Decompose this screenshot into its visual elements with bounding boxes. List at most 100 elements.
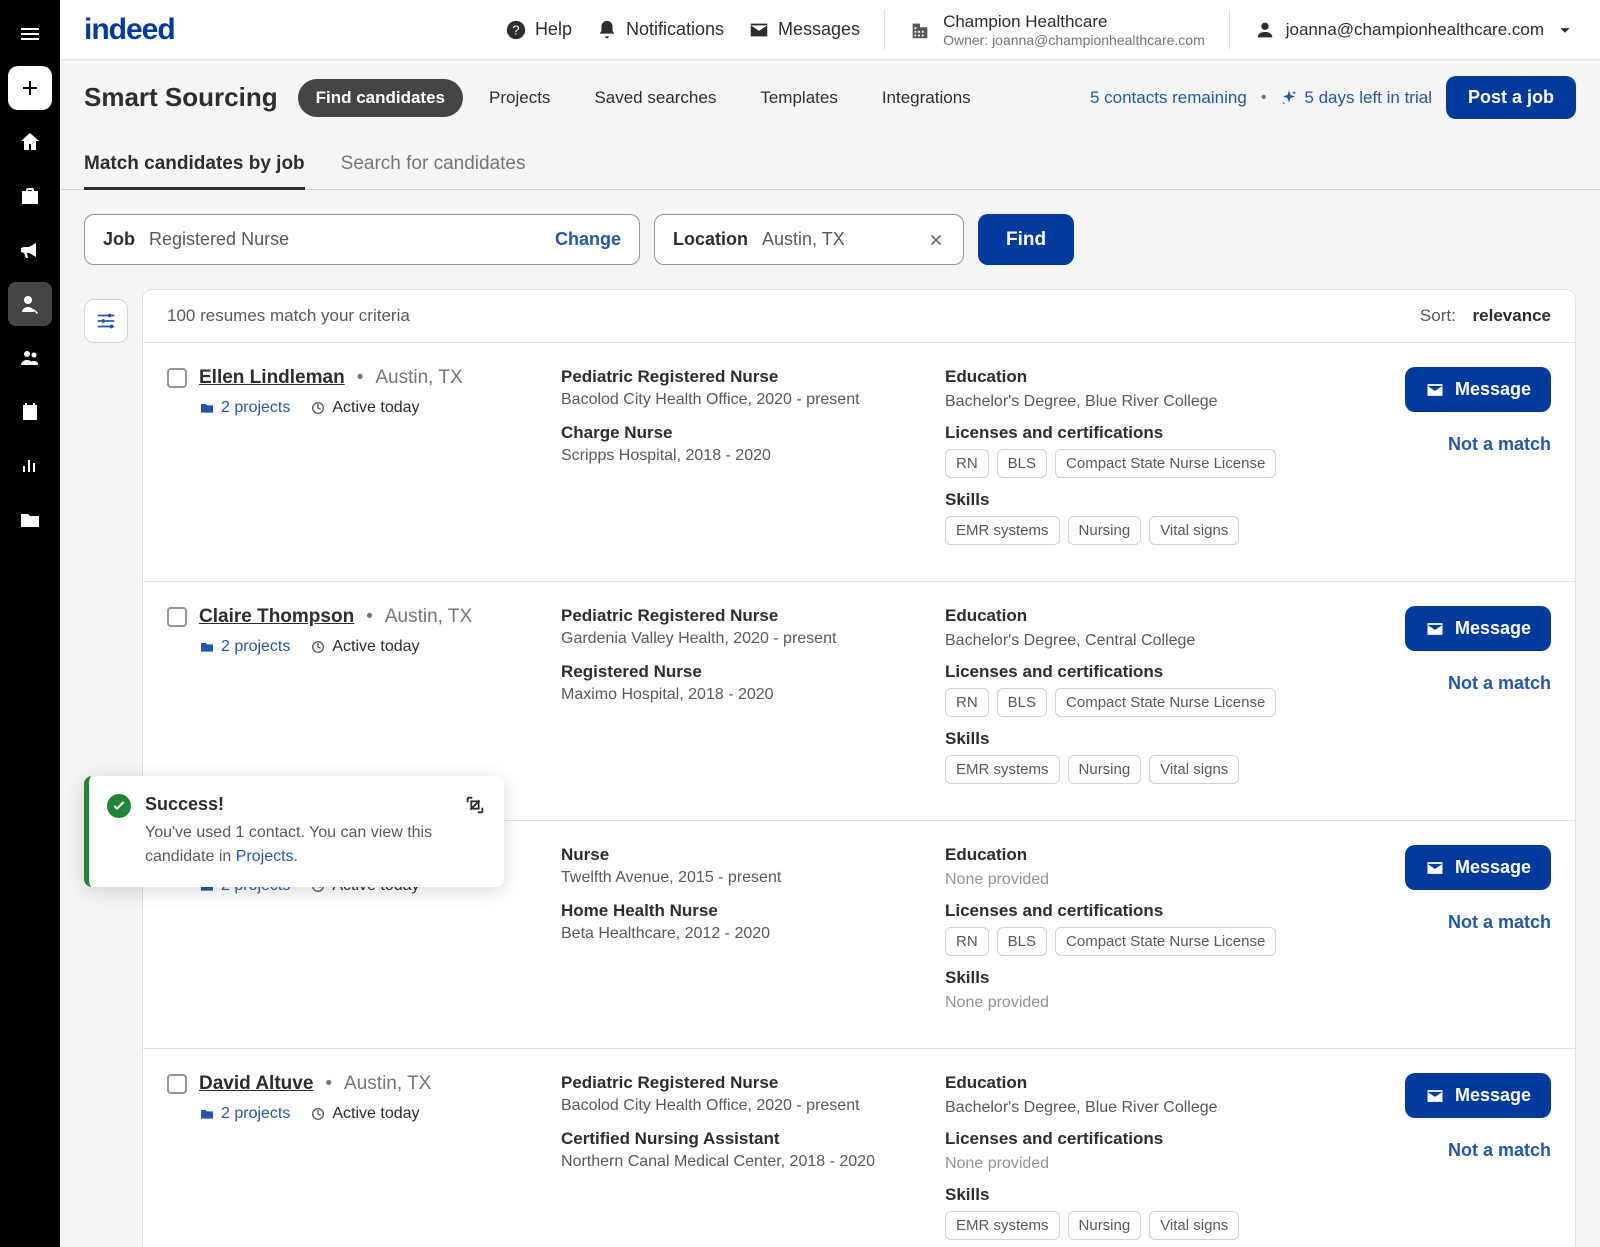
candidate-name[interactable]: Claire Thompson [199,606,354,628]
search-row: Job Registered Nurse Change Location Aus… [60,190,1600,289]
add-icon[interactable] [8,66,52,110]
mail-icon [1425,1086,1445,1106]
building-icon [909,19,931,41]
not-a-match-button[interactable]: Not a match [1448,673,1551,694]
license-tag: Compact State Nurse License [1055,927,1276,956]
skill-tag: Nursing [1068,516,1142,545]
mail-icon [1425,619,1445,639]
bell-icon [596,19,618,41]
find-button[interactable]: Find [978,214,1074,265]
projects-link[interactable]: Projects [236,848,294,865]
candidate-name[interactable]: David Altuve [199,1073,313,1095]
experience-item: Home Health NurseBeta Healthcare, 2012 -… [561,901,921,943]
sort-button[interactable]: Sort: relevance [1398,306,1551,326]
briefcase-icon[interactable] [8,174,52,218]
projects-link[interactable]: 2 projects [199,1105,290,1123]
experience-item: Pediatric Registered NurseBacolod City H… [561,367,921,409]
sort-icon [1398,308,1414,324]
job-value: Registered Nurse [149,229,541,250]
user-icon [1254,19,1276,41]
nav-tab-templates[interactable]: Templates [742,79,855,117]
megaphone-icon[interactable] [8,228,52,272]
chevron-down-icon [1554,19,1576,41]
skill-tag: Vital signs [1149,755,1239,784]
skill-tag: Nursing [1068,1211,1142,1240]
candidate-card: Ellen Lindleman • Austin, TX2 projectsAc… [143,342,1575,581]
candidate-name[interactable]: Ellen Lindleman [199,367,345,389]
svg-text:?: ? [512,22,519,37]
skill-tag: Vital signs [1149,516,1239,545]
select-candidate-checkbox[interactable] [167,607,187,627]
menu-icon[interactable] [8,12,52,56]
mail-icon [1425,858,1445,878]
company-selector[interactable]: Champion Healthcare Owner: joanna@champi… [909,12,1205,48]
message-button[interactable]: Message [1405,606,1551,651]
skill-tag: EMR systems [945,516,1060,545]
sparkle-icon [1280,89,1298,107]
company-owner: Owner: joanna@championhealthcare.com [943,32,1205,48]
messages-button[interactable]: Messages [748,19,860,41]
results-count: 100 resumes match your criteria [167,306,410,326]
post-job-button[interactable]: Post a job [1446,76,1576,119]
message-button[interactable]: Message [1405,845,1551,890]
help-icon: ? [505,19,527,41]
analytics-icon[interactable] [8,444,52,488]
license-tag: BLS [997,449,1047,478]
candidate-search-icon[interactable] [8,282,52,326]
experience-item: Pediatric Registered NurseBacolod City H… [561,1073,921,1115]
license-tag: RN [945,927,989,956]
license-tag: BLS [997,927,1047,956]
sub-header: Smart Sourcing Find candidatesProjectsSa… [60,60,1600,135]
sub-tab-0[interactable]: Match candidates by job [84,135,305,189]
select-candidate-checkbox[interactable] [167,1074,187,1094]
divider [884,10,885,50]
results-panel: 100 resumes match your criteria Sort: re… [142,289,1576,1247]
nav-tab-saved-searches[interactable]: Saved searches [576,79,734,117]
home-icon[interactable] [8,120,52,164]
help-button[interactable]: ? Help [505,19,572,41]
nav-tab-find-candidates[interactable]: Find candidates [298,79,463,117]
nav-tab-integrations[interactable]: Integrations [864,79,989,117]
logo[interactable]: indeed [84,13,175,47]
projects-link[interactable]: 2 projects [199,399,290,417]
calendar-icon[interactable] [8,390,52,434]
message-button[interactable]: Message [1405,367,1551,412]
location-search-box[interactable]: Location Austin, TX [654,214,964,265]
location-label: Location [673,229,748,250]
projects-link[interactable]: 2 projects [199,638,290,656]
select-candidate-checkbox[interactable] [167,368,187,388]
nav-tab-projects[interactable]: Projects [471,79,568,117]
toast-body: You've used 1 contact. You can view this… [145,821,450,869]
toast-title: Success! [145,794,450,815]
clear-location-button[interactable] [927,231,945,249]
license-tag: BLS [997,688,1047,717]
main: Smart Sourcing Find candidatesProjectsSa… [60,60,1600,1247]
not-a-match-button[interactable]: Not a match [1448,434,1551,455]
results-area: 100 resumes match your criteria Sort: re… [60,289,1600,1247]
user-menu[interactable]: joanna@championhealthcare.com [1254,19,1576,41]
change-link[interactable]: Change [555,229,621,250]
message-button[interactable]: Message [1405,1073,1551,1118]
check-circle-icon [107,794,131,818]
sliders-icon [95,310,117,332]
close-icon [927,231,945,249]
skill-tag: EMR systems [945,755,1060,784]
contacts-remaining[interactable]: 5 contacts remaining [1090,88,1247,108]
not-a-match-button[interactable]: Not a match [1448,1140,1551,1161]
trial-status[interactable]: 5 days left in trial [1280,88,1432,108]
sub-tabs: Match candidates by job Search for candid… [60,135,1600,190]
expand-icon[interactable] [464,794,486,869]
people-icon[interactable] [8,336,52,380]
job-search-box[interactable]: Job Registered Nurse Change [84,214,640,265]
toast-success: Success! You've used 1 contact. You can … [84,776,504,887]
filter-button[interactable] [84,299,128,343]
experience-item: Pediatric Registered NurseGardenia Valle… [561,606,921,648]
not-a-match-button[interactable]: Not a match [1448,912,1551,933]
folder-icon[interactable] [8,498,52,542]
notifications-button[interactable]: Notifications [596,19,724,41]
activity-status: Active today [310,399,419,417]
license-tag: Compact State Nurse License [1055,688,1276,717]
mail-icon [748,19,770,41]
activity-status: Active today [310,638,419,656]
sub-tab-1[interactable]: Search for candidates [341,135,526,189]
